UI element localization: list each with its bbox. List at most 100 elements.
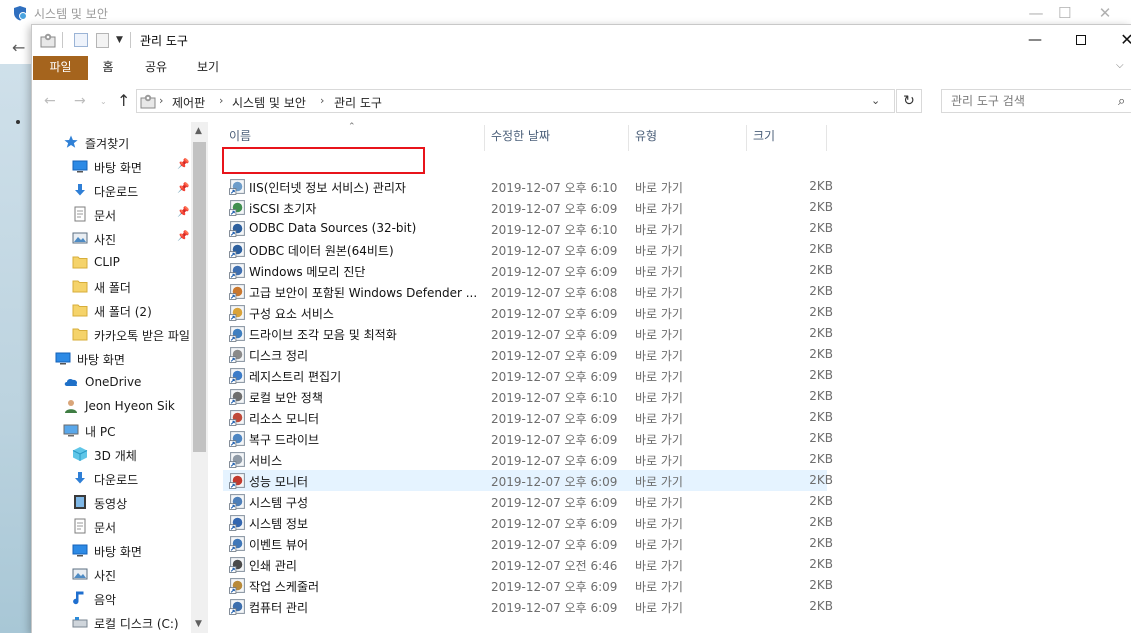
nav-item[interactable]: 내 PC <box>32 419 192 441</box>
file-row[interactable]: 이벤트 뷰어 2019-12-07 오후 6:09 바로 가기 2KB <box>223 533 833 554</box>
nav-item[interactable]: 다운로드 📌 <box>32 179 192 201</box>
maximize-icon <box>1076 35 1086 45</box>
file-row[interactable]: 서비스 2019-12-07 오후 6:09 바로 가기 2KB <box>223 449 833 470</box>
file-name: 작업 스케줄러 <box>249 580 320 594</box>
file-row[interactable]: ODBC 데이터 원본(64비트) 2019-12-07 오후 6:09 바로 가기… <box>223 239 833 260</box>
file-row[interactable]: iSCSI 초기자 2019-12-07 오후 6:09 바로 가기 2KB <box>223 197 833 218</box>
nav-item[interactable]: OneDrive <box>32 371 192 393</box>
tab-file[interactable]: 파일 <box>33 56 88 80</box>
file-row[interactable]: 작업 스케줄러 2019-12-07 오후 6:09 바로 가기 2KB <box>223 575 833 596</box>
file-row[interactable]: Windows 메모리 진단 2019-12-07 오후 6:09 바로 가기 2KB <box>223 260 833 281</box>
address-dropdown-icon[interactable]: ⌄ <box>871 94 880 107</box>
pictures-icon <box>72 230 88 246</box>
nav-item[interactable]: 즐겨찾기 <box>32 131 192 153</box>
pin-icon[interactable]: 📌 <box>177 207 189 218</box>
search-input[interactable] <box>942 90 1112 112</box>
scroll-down-icon[interactable]: ▼ <box>195 619 202 629</box>
scrollbar-thumb[interactable] <box>193 142 206 452</box>
forward-button[interactable]: → <box>74 93 86 109</box>
file-size: 2KB <box>809 557 833 571</box>
file-size: 2KB <box>809 473 833 487</box>
address-bar[interactable]: › 제어판 › 시스템 및 보안 › 관리 도구 ⌄ <box>136 89 895 113</box>
file-row[interactable]: 디스크 정리 2019-12-07 오후 6:09 바로 가기 2KB <box>223 344 833 365</box>
column-header-date[interactable]: 수정한 날짜 <box>485 125 629 151</box>
file-row[interactable]: 리소스 모니터 2019-12-07 오후 6:09 바로 가기 2KB <box>223 407 833 428</box>
nav-item[interactable]: 음악 <box>32 587 192 609</box>
nav-item[interactable]: 카카오톡 받은 파일 <box>32 323 192 345</box>
file-row[interactable]: 시스템 구성 2019-12-07 오후 6:09 바로 가기 2KB <box>223 491 833 512</box>
ribbon-expand-icon[interactable]: ⌵ <box>1116 60 1124 71</box>
nav-item[interactable]: 문서 📌 <box>32 203 192 225</box>
nav-item[interactable]: 바탕 화면 📌 <box>32 155 192 177</box>
file-type: 바로 가기 <box>635 244 683 258</box>
nav-item[interactable]: Jeon Hyeon Sik <box>32 395 192 417</box>
file-row[interactable]: 시스템 정보 2019-12-07 오후 6:09 바로 가기 2KB <box>223 512 833 533</box>
quick-access-dropdown-icon[interactable]: ▼ <box>116 35 123 51</box>
nav-item-label: 즐겨찾기 <box>85 137 130 151</box>
search-icon[interactable]: ⌕ <box>1118 94 1125 109</box>
nav-item[interactable]: 사진 <box>32 563 192 585</box>
file-size: 2KB <box>809 368 833 382</box>
file-row[interactable]: 구성 요소 서비스 2019-12-07 오후 6:09 바로 가기 2KB <box>223 302 833 323</box>
back-button[interactable]: ← <box>44 93 56 109</box>
pin-icon[interactable]: 📌 <box>177 159 189 170</box>
file-row[interactable]: 레지스트리 편집기 2019-12-07 오후 6:09 바로 가기 2KB <box>223 365 833 386</box>
background-close-button[interactable]: ✕ <box>1082 3 1128 23</box>
file-row[interactable]: ODBC Data Sources (32-bit) 2019-12-07 오후 … <box>223 218 833 239</box>
file-size: 2KB <box>809 347 833 361</box>
navigation-scrollbar[interactable]: ▲ ▼ <box>191 122 208 633</box>
file-date: 2019-12-07 오후 6:09 <box>491 349 618 363</box>
nav-item[interactable]: 바탕 화면 <box>32 539 192 561</box>
file-name: 인쇄 관리 <box>249 559 297 573</box>
file-date: 2019-12-07 오후 6:09 <box>491 328 618 342</box>
file-row[interactable]: 드라이브 조각 모음 및 최적화 2019-12-07 오후 6:09 바로 가기 2… <box>223 323 833 344</box>
file-type: 바로 가기 <box>635 433 683 447</box>
background-minimize-button[interactable]: — <box>1013 3 1059 23</box>
file-row[interactable]: 인쇄 관리 2019-12-07 오전 6:46 바로 가기 2KB <box>223 554 833 575</box>
pin-icon[interactable]: 📌 <box>177 231 189 242</box>
breadcrumb-system-security[interactable]: 시스템 및 보안 <box>232 94 306 111</box>
file-row[interactable]: IIS(인터넷 정보 서비스) 관리자 2019-12-07 오후 6:10 바로 … <box>223 176 833 197</box>
file-row[interactable]: 성능 모니터 2019-12-07 오후 6:09 바로 가기 2KB <box>223 470 833 491</box>
minimize-button[interactable]: — <box>1012 25 1058 56</box>
tab-view[interactable]: 보기 <box>188 56 228 80</box>
file-row[interactable]: 로컬 보안 정책 2019-12-07 오후 6:10 바로 가기 2KB <box>223 386 833 407</box>
security-policy-icon <box>229 388 246 405</box>
nav-item[interactable]: 로컬 디스크 (C:) <box>32 611 192 633</box>
file-row[interactable]: 컴퓨터 관리 2019-12-07 오후 6:09 바로 가기 2KB <box>223 596 833 617</box>
nav-item[interactable]: CLIP <box>32 251 192 273</box>
nav-item[interactable]: 다운로드 <box>32 467 192 489</box>
nav-item[interactable]: 3D 개체 <box>32 443 192 465</box>
nav-item[interactable]: 동영상 <box>32 491 192 513</box>
file-date: 2019-12-07 오후 6:09 <box>491 202 618 216</box>
column-header-size[interactable]: 크기 <box>747 125 827 151</box>
file-size: 2KB <box>809 221 833 235</box>
nav-item[interactable]: 문서 <box>32 515 192 537</box>
refresh-button[interactable]: ↻ <box>896 89 922 113</box>
breadcrumb-admin-tools[interactable]: 관리 도구 <box>334 94 382 111</box>
column-header-type[interactable]: 유형 <box>629 125 747 151</box>
tab-share[interactable]: 공유 <box>136 56 176 80</box>
nav-item[interactable]: 사진 📌 <box>32 227 192 249</box>
close-button[interactable]: ✕ <box>1104 25 1131 56</box>
checkbox-properties-icon[interactable] <box>74 33 88 47</box>
background-back-button[interactable]: ← <box>12 38 25 57</box>
nav-item[interactable]: 새 폴더 (2) <box>32 299 192 321</box>
scroll-up-icon[interactable]: ▲ <box>195 126 202 136</box>
file-row[interactable]: 고급 보안이 포함된 Windows Defender ... 2019-12-0… <box>223 281 833 302</box>
file-date: 2019-12-07 오후 6:09 <box>491 454 618 468</box>
recovery-drive-icon <box>229 430 246 447</box>
nav-item[interactable]: 새 폴더 <box>32 275 192 297</box>
music-icon <box>72 590 88 606</box>
recent-locations-icon[interactable]: ⌄ <box>100 97 107 106</box>
breadcrumb-control-panel[interactable]: 제어판 <box>172 94 205 111</box>
maximize-button[interactable] <box>1058 25 1104 56</box>
file-date: 2019-12-07 오후 6:09 <box>491 244 618 258</box>
file-row[interactable]: 복구 드라이브 2019-12-07 오후 6:09 바로 가기 2KB <box>223 428 833 449</box>
properties-icon[interactable] <box>40 32 56 48</box>
up-button[interactable]: ↑ <box>117 91 130 110</box>
nav-item[interactable]: 바탕 화면 <box>32 347 192 369</box>
pin-icon[interactable]: 📌 <box>177 183 189 194</box>
new-folder-icon[interactable] <box>96 33 109 48</box>
tab-home[interactable]: 홈 <box>92 56 124 80</box>
